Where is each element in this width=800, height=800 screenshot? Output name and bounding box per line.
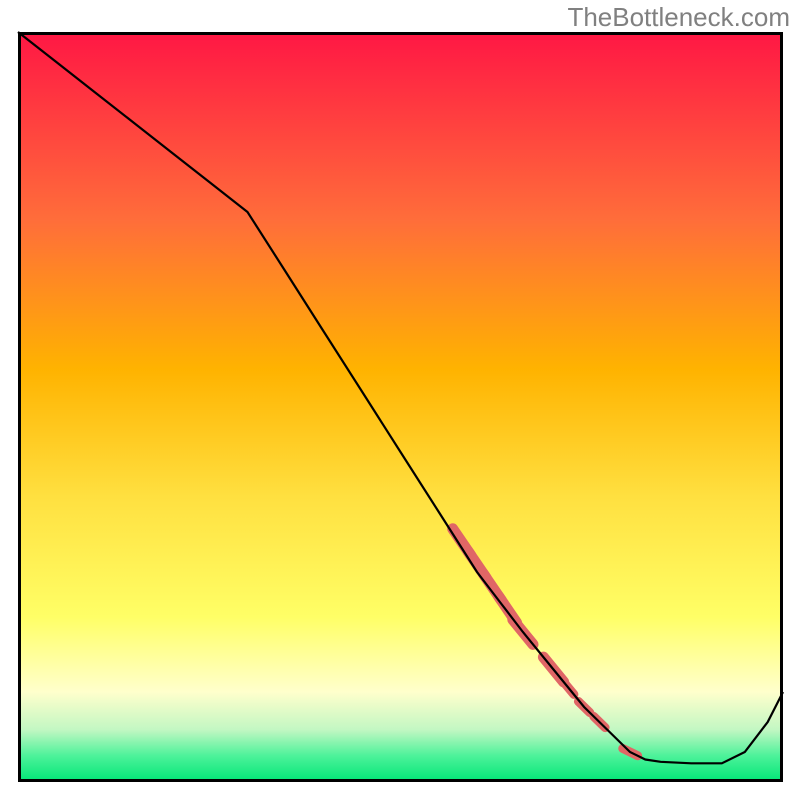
plot-layer	[0, 0, 800, 800]
marker-highlights	[453, 529, 638, 756]
watermark-label: TheBottleneck.com	[567, 2, 790, 33]
data-curve	[18, 32, 783, 763]
chart-stage: TheBottleneck.com	[0, 0, 800, 800]
